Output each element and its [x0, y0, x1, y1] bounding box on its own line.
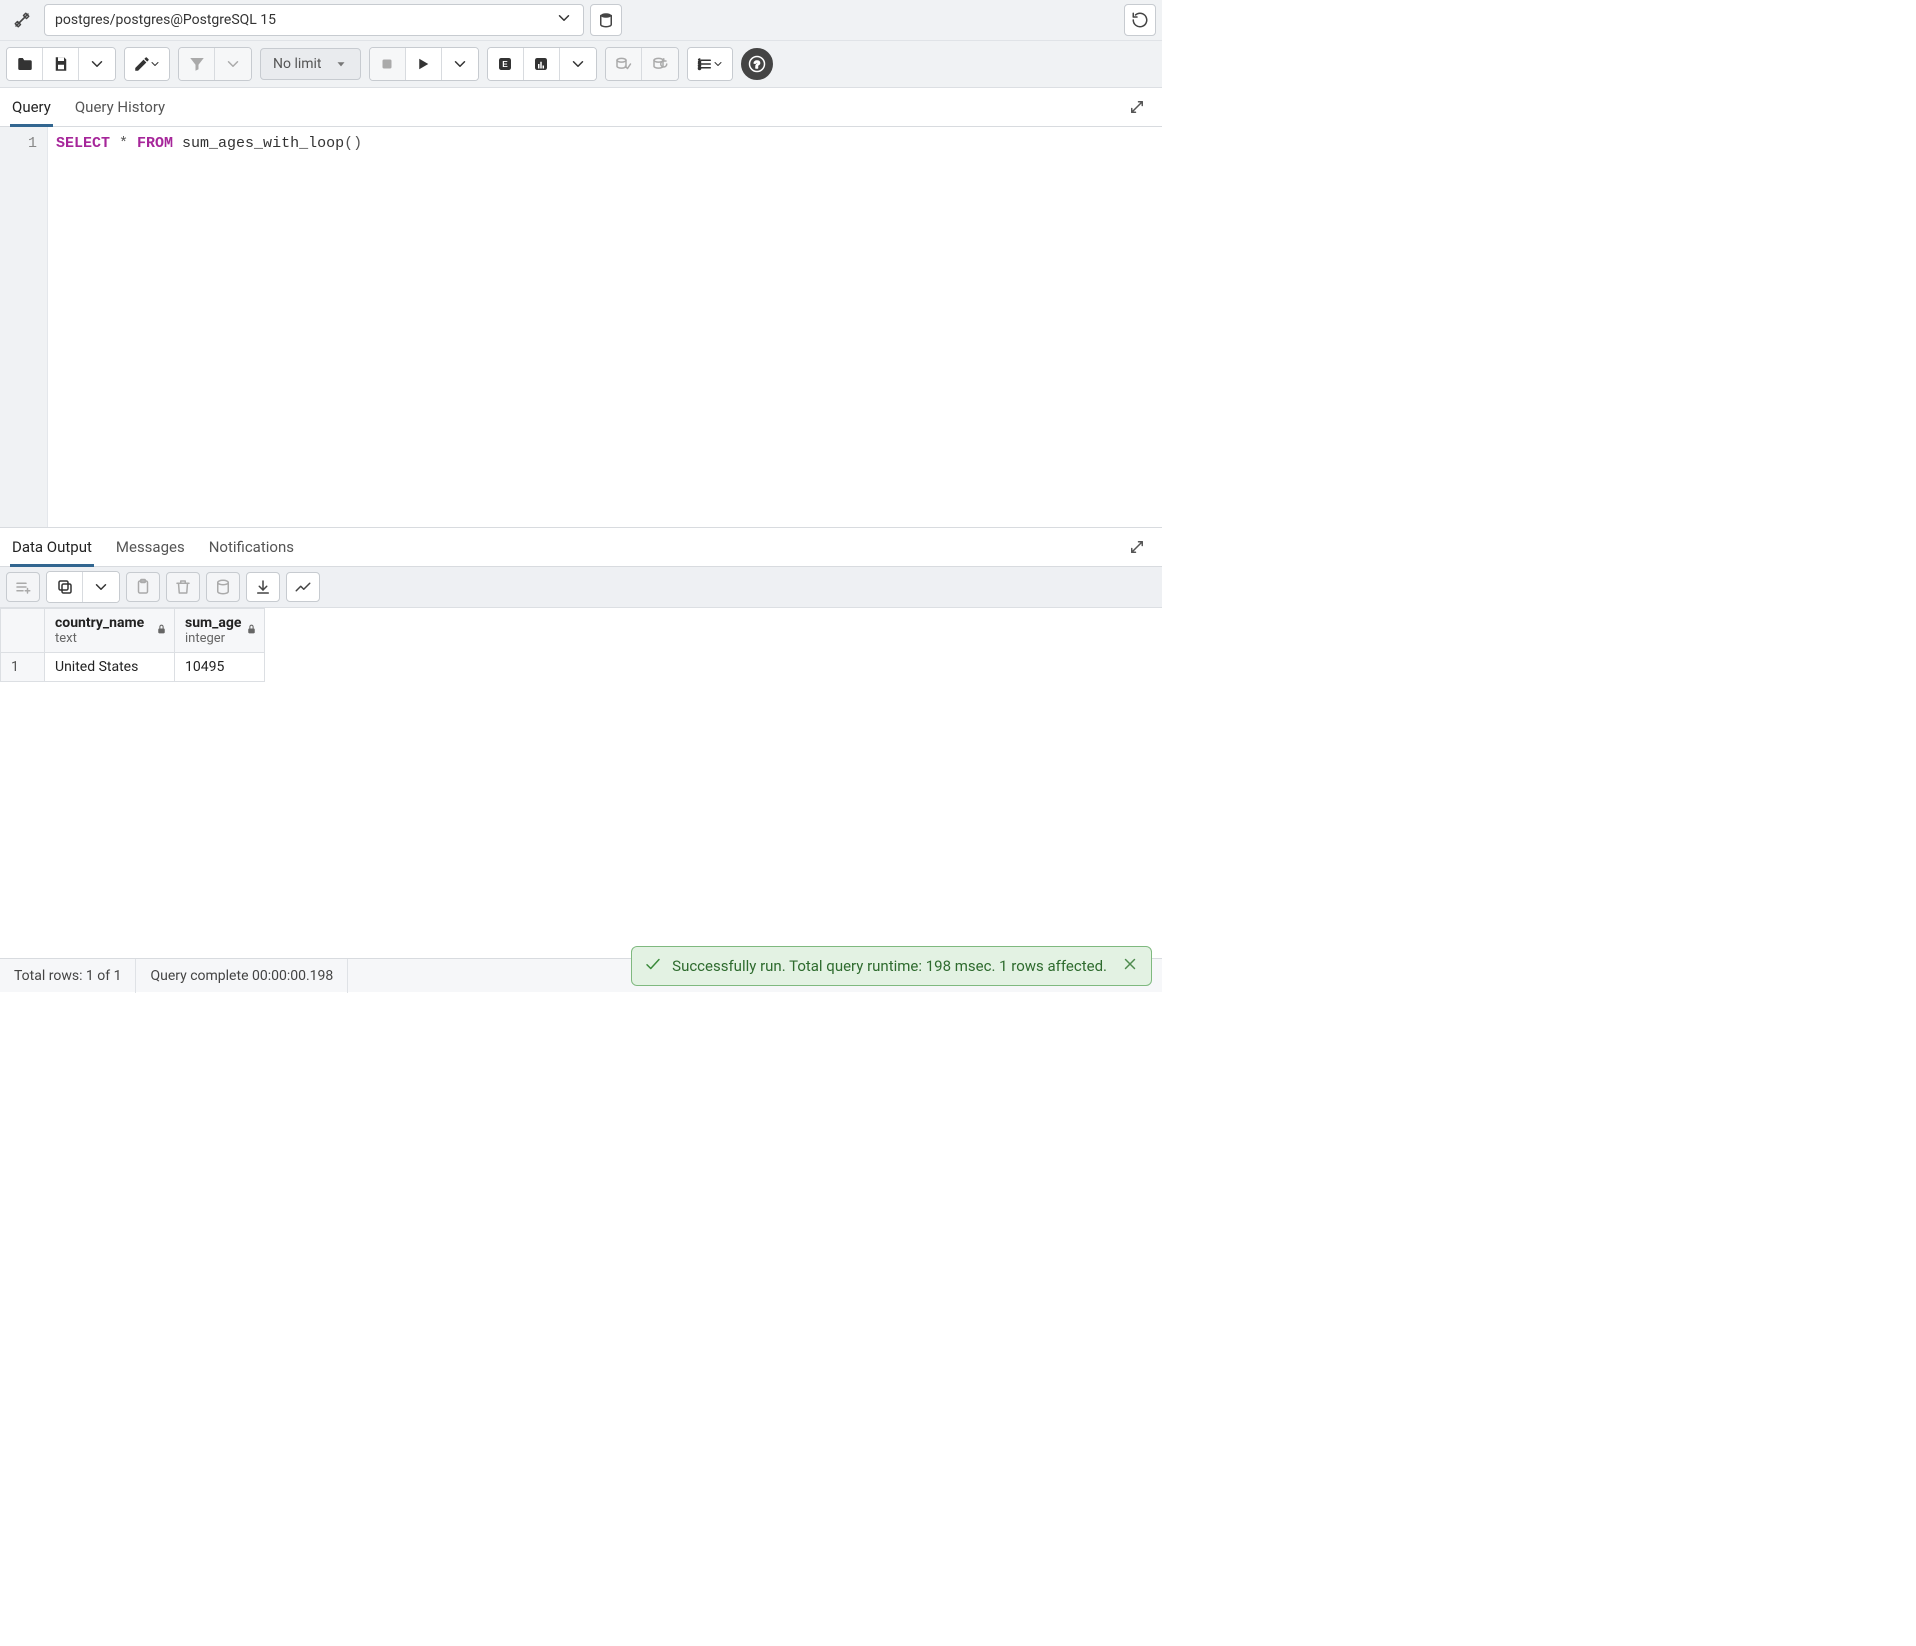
query-toolbar: No limit E 123: [0, 41, 1162, 88]
editor-code[interactable]: SELECT * FROM sum_ages_with_loop(): [48, 127, 370, 527]
lock-icon: [155, 622, 168, 639]
cell[interactable]: United States: [45, 653, 175, 682]
success-toast: Successfully run. Total query runtime: 1…: [631, 946, 1152, 986]
tab-messages[interactable]: Messages: [114, 528, 187, 566]
graph-visualizer-button[interactable]: [286, 572, 320, 602]
tab-label: Query: [12, 98, 51, 116]
toast-close-button[interactable]: [1121, 955, 1139, 977]
svg-text:E: E: [502, 60, 508, 69]
connection-bar: postgres/postgres@PostgreSQL 15: [0, 0, 1162, 41]
save-dropdown-button[interactable]: [79, 48, 115, 80]
save-file-button[interactable]: [43, 48, 79, 80]
tab-label: Messages: [116, 538, 185, 556]
explain-button[interactable]: E: [488, 48, 524, 80]
explain-dropdown-button[interactable]: [560, 48, 596, 80]
rownum-cell[interactable]: 1: [1, 653, 45, 682]
execute-button[interactable]: [406, 48, 442, 80]
status-query-complete: Query complete 00:00:00.198: [136, 959, 348, 993]
toast-message: Successfully run. Total query runtime: 1…: [672, 957, 1107, 975]
reset-layout-button[interactable]: [1124, 4, 1156, 36]
explain-analyze-button[interactable]: [524, 48, 560, 80]
rollback-button: [642, 48, 678, 80]
help-button[interactable]: ?: [741, 48, 773, 80]
macros-button[interactable]: 123: [688, 48, 732, 80]
open-file-button[interactable]: [7, 48, 43, 80]
tab-label: Data Output: [12, 538, 92, 556]
result-grid[interactable]: country_nametextsum_ageinteger 1United S…: [0, 608, 265, 682]
tab-label: Query History: [75, 98, 165, 116]
filter-button: [179, 48, 215, 80]
macro-group: 123: [687, 47, 733, 81]
tab-query[interactable]: Query: [10, 88, 53, 126]
caret-down-icon: [334, 55, 348, 73]
tab-data-output[interactable]: Data Output: [10, 528, 94, 566]
result-grid-wrap: country_nametextsum_ageinteger 1United S…: [0, 608, 1162, 958]
tab-label: Notifications: [209, 538, 294, 556]
paste-button: [126, 572, 160, 602]
copy-button[interactable]: [47, 572, 83, 602]
connection-select[interactable]: postgres/postgres@PostgreSQL 15: [44, 4, 584, 36]
filter-group: [178, 47, 252, 81]
check-icon: [644, 955, 662, 977]
commit-button: [606, 48, 642, 80]
copy-group: [46, 571, 120, 603]
result-toolbar: [0, 567, 1162, 608]
download-button[interactable]: [246, 572, 280, 602]
execute-group: [369, 47, 479, 81]
transaction-group: [605, 47, 679, 81]
edit-group: [124, 47, 170, 81]
sql-editor[interactable]: 1 SELECT * FROM sum_ages_with_loop(): [0, 127, 1162, 527]
edit-button[interactable]: [125, 48, 169, 80]
column-header[interactable]: country_nametext: [45, 609, 175, 653]
cell[interactable]: 10495: [175, 653, 265, 682]
query-tabs: Query Query History: [0, 88, 1162, 127]
tab-notifications[interactable]: Notifications: [207, 528, 296, 566]
expand-editor-button[interactable]: [1122, 92, 1152, 126]
svg-text:?: ?: [753, 59, 759, 71]
table-row[interactable]: 1United States10495: [1, 653, 265, 682]
connection-status-icon[interactable]: [6, 4, 38, 36]
column-header[interactable]: sum_ageinteger: [175, 609, 265, 653]
limit-label: No limit: [273, 56, 322, 72]
execute-dropdown-button[interactable]: [442, 48, 478, 80]
line-number: 1: [4, 133, 37, 155]
editor-gutter: 1: [0, 127, 48, 527]
lock-icon: [245, 622, 258, 639]
output-tabs: Data Output Messages Notifications: [0, 527, 1162, 567]
limit-select[interactable]: No limit: [260, 48, 361, 80]
explain-group: E: [487, 47, 597, 81]
add-row-button: [6, 572, 40, 602]
tab-query-history[interactable]: Query History: [73, 88, 167, 126]
save-data-button: [206, 572, 240, 602]
filter-dropdown-button: [215, 48, 251, 80]
rownum-header[interactable]: [1, 609, 45, 653]
status-bar: Total rows: 1 of 1 Query complete 00:00:…: [0, 958, 1162, 992]
stop-button: [370, 48, 406, 80]
delete-row-button: [166, 572, 200, 602]
chevron-down-icon: [555, 9, 573, 31]
file-group: [6, 47, 116, 81]
status-total-rows: Total rows: 1 of 1: [0, 959, 136, 993]
new-connection-button[interactable]: [590, 4, 622, 36]
copy-dropdown-button[interactable]: [83, 572, 119, 602]
connection-label: postgres/postgres@PostgreSQL 15: [55, 12, 276, 28]
expand-output-button[interactable]: [1122, 532, 1152, 566]
